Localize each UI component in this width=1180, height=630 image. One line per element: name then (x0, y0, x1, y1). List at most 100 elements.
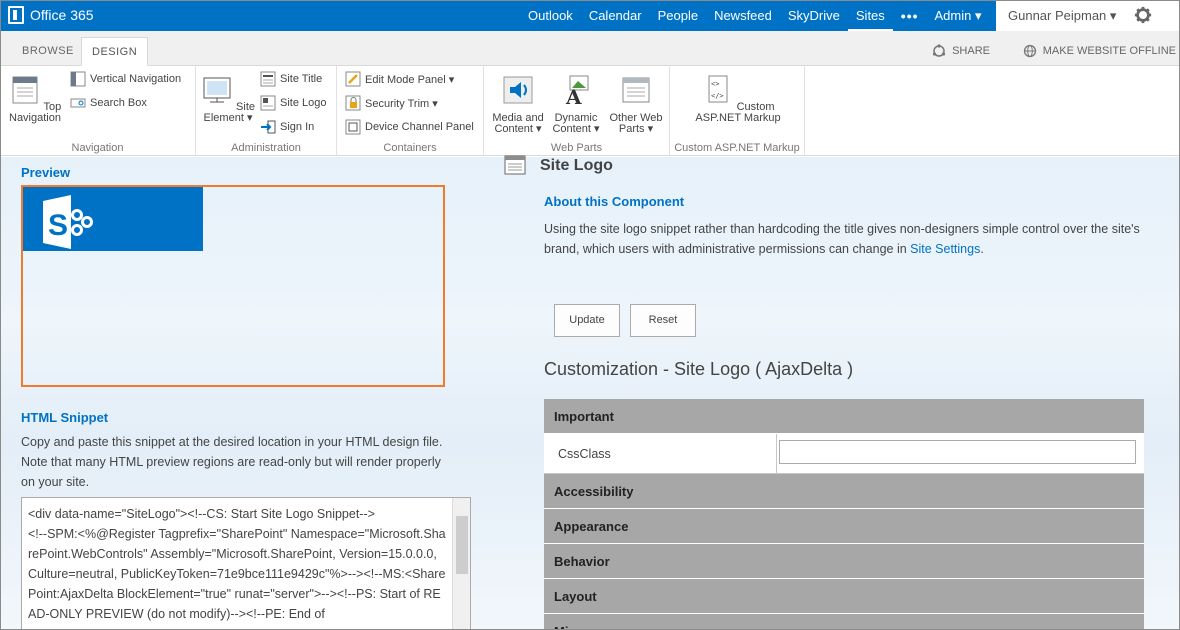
snippet-scrollbar-thumb[interactable] (456, 516, 468, 574)
device-channel-panel-button[interactable]: Device Channel Panel (345, 119, 474, 135)
html-snippet-code[interactable]: <div data-name="SiteLogo"><!--CS: Start … (28, 504, 448, 624)
media-content-button[interactable]: Media and Content ▾ (488, 74, 548, 135)
user-bar: Gunnar Peipman ▾ (996, 0, 1180, 31)
html-snippet-title: HTML Snippet (21, 410, 109, 425)
nav-people[interactable]: People (650, 0, 706, 31)
svg-text:A: A (565, 85, 582, 106)
suite-bar: Office 365 Outlook Calendar People Newsf… (0, 0, 1180, 31)
security-trim-icon (345, 95, 361, 111)
about-component-text: Using the site logo snippet rather than … (544, 219, 1144, 259)
site-element-icon (203, 77, 231, 103)
customization-title: Customization - Site Logo ( AjaxDelta ) (544, 359, 854, 379)
web-part-icon (622, 77, 650, 103)
site-title-label: Site Title (280, 73, 323, 85)
more-icon[interactable]: ••• (893, 8, 927, 24)
nav-outlook[interactable]: Outlook (520, 0, 581, 31)
custom-aspnet-markup-button[interactable]: <> </> Custom ASP.NET Markup (686, 74, 790, 124)
share-button[interactable]: SHARE (932, 44, 990, 58)
user-menu[interactable]: Gunnar Peipman ▾ (1008, 8, 1116, 24)
ribbon-group-containers: Edit Mode Panel ▾ Security Trim ▾ Device… (337, 66, 484, 156)
dynamic-content-button[interactable]: A Dynamic Content ▾ (548, 74, 604, 135)
search-box-label: Search Box (90, 97, 147, 109)
component-title: Site Logo (540, 157, 613, 174)
custom-markup-group-label: Custom ASP.NET Markup (674, 142, 800, 154)
dynamic-content-icon: A (565, 75, 589, 109)
ribbon-tabs: BROWSE DESIGN SHARE MAKE WEBSITE OFFLINE (0, 31, 1180, 66)
site-logo-label: Site Logo (280, 97, 327, 109)
preview-label: Preview (21, 165, 71, 180)
reset-button[interactable]: Reset (630, 304, 696, 337)
about-text-end: . (980, 242, 984, 256)
top-navigation-button[interactable]: Top Navigation (6, 74, 64, 124)
edit-mode-panel-button[interactable]: Edit Mode Panel ▾ (345, 71, 454, 87)
section-layout[interactable]: Layout (544, 579, 1144, 614)
other-web-parts-button[interactable]: Other Web Parts ▾ (606, 74, 666, 135)
suite-nav: Outlook Calendar People Newsfeed SkyDriv… (520, 0, 990, 31)
office365-brand[interactable]: Office 365 (8, 6, 94, 24)
share-icon (932, 44, 946, 57)
update-button[interactable]: Update (554, 304, 620, 337)
site-element-button[interactable]: Site Element ▾ (200, 74, 256, 124)
cssclass-row: CssClass (544, 434, 1144, 474)
about-component-title: About this Component (544, 194, 685, 209)
security-trim-label: Security Trim ▾ (365, 97, 438, 110)
tab-browse[interactable]: BROWSE (12, 37, 84, 66)
other-web-parts-label: Other Web Parts ▾ (609, 112, 663, 135)
html-snippet-textarea[interactable]: <div data-name="SiteLogo"><!--CS: Start … (21, 497, 471, 630)
admin-menu[interactable]: Admin ▾ (927, 8, 990, 24)
edit-mode-panel-label: Edit Mode Panel ▾ (365, 73, 455, 86)
media-content-label: Media and Content ▾ (492, 112, 544, 135)
section-misc[interactable]: Misc (544, 614, 1144, 630)
sign-in-icon (261, 120, 276, 134)
main-content: Preview S HTML Snippet Copy and paste th… (0, 155, 1180, 630)
sign-in-label: Sign In (280, 121, 315, 133)
security-trim-button[interactable]: Security Trim ▾ (345, 95, 438, 111)
navigation-group-label: Navigation (71, 142, 124, 154)
dynamic-content-label: Dynamic Content ▾ (552, 112, 600, 135)
snippet-scrollbar[interactable] (452, 498, 470, 630)
share-label: SHARE (952, 45, 990, 57)
site-title-icon (260, 71, 276, 87)
nav-sites[interactable]: Sites (847, 0, 893, 31)
site-logo-button[interactable]: Site Logo (260, 95, 326, 111)
about-text-body: Using the site logo snippet rather than … (544, 222, 1140, 256)
site-settings-link[interactable]: Site Settings (910, 242, 980, 256)
cssclass-input[interactable] (779, 440, 1136, 464)
svg-text:</>: </> (711, 92, 724, 100)
section-behavior[interactable]: Behavior (544, 544, 1144, 579)
section-important[interactable]: Important (544, 399, 1144, 434)
ribbon-group-web-parts: Media and Content ▾ A Dynamic Content ▾ … (484, 66, 670, 156)
site-logo-icon (260, 95, 276, 111)
offline-label: MAKE WEBSITE OFFLINE (1042, 45, 1176, 57)
html-snippet-description: Copy and paste this snippet at the desir… (21, 435, 443, 489)
brand-label: Office 365 (30, 7, 94, 23)
preview-region: S (21, 185, 445, 387)
administration-group-label: Administration (231, 142, 301, 154)
vertical-navigation-label: Vertical Navigation (90, 73, 182, 85)
section-appearance[interactable]: Appearance (544, 509, 1144, 544)
code-document-icon: <> </> (708, 75, 728, 103)
gear-icon[interactable] (1134, 6, 1152, 24)
make-offline-button[interactable]: MAKE WEBSITE OFFLINE (1023, 44, 1176, 58)
search-box-icon (70, 98, 86, 108)
nav-skydrive[interactable]: SkyDrive (780, 0, 848, 31)
nav-calendar[interactable]: Calendar (581, 0, 650, 31)
nav-newsfeed[interactable]: Newsfeed (706, 0, 780, 31)
media-speaker-icon (503, 76, 533, 104)
sharepoint-logo: S (23, 187, 203, 251)
cssclass-label: CssClass (544, 434, 777, 473)
svg-text:S: S (48, 209, 68, 242)
svg-text:<>: <> (711, 80, 719, 88)
globe-icon (1023, 44, 1036, 58)
office-logo-icon (8, 6, 24, 24)
sign-in-button[interactable]: Sign In (260, 119, 314, 135)
section-accessibility[interactable]: Accessibility (544, 474, 1144, 509)
device-channel-panel-label: Device Channel Panel (365, 121, 474, 133)
vertical-navigation-button[interactable]: Vertical Navigation (70, 71, 181, 87)
search-box-button[interactable]: Search Box (70, 95, 147, 111)
tab-design[interactable]: DESIGN (81, 37, 149, 66)
ribbon: Top Navigation Vertical Navigation Searc… (0, 66, 1180, 156)
top-navigation-icon (12, 76, 38, 104)
site-title-button[interactable]: Site Title (260, 71, 322, 87)
ribbon-group-navigation: Top Navigation Vertical Navigation Searc… (0, 66, 196, 156)
